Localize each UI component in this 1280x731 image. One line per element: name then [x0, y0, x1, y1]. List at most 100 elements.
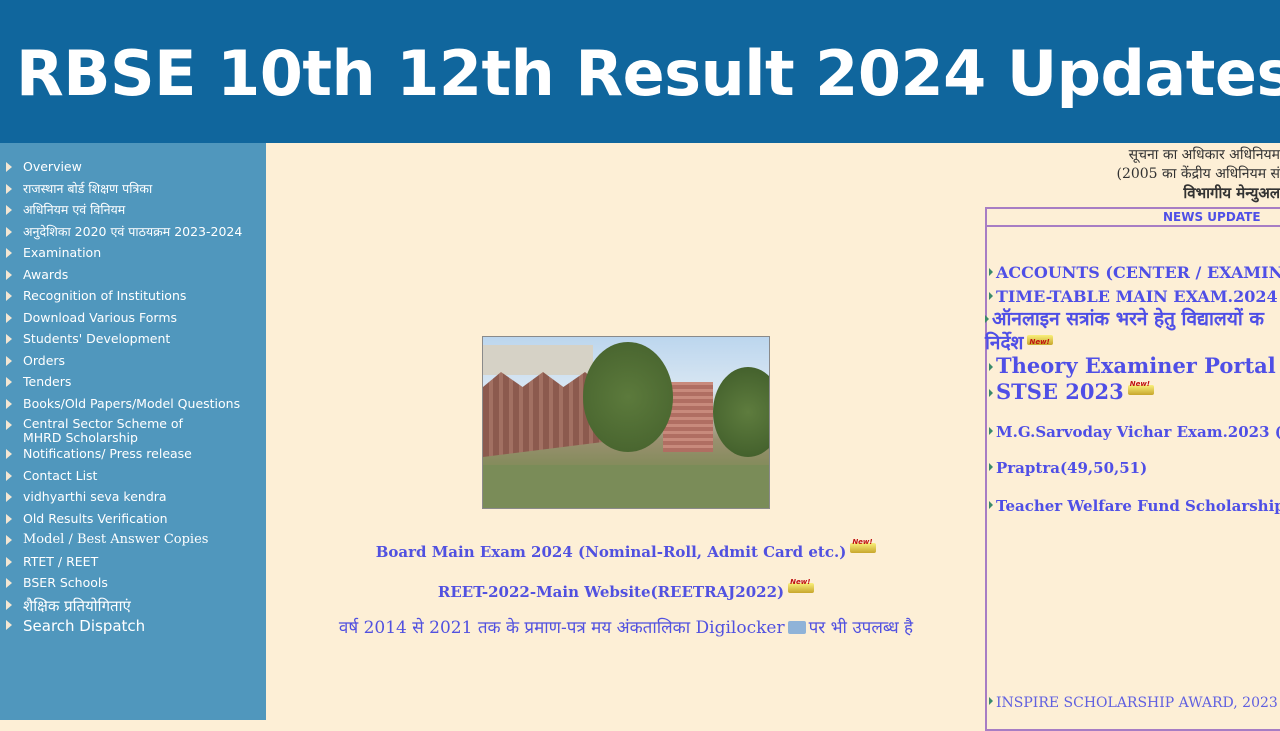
news-item[interactable]: Teacher Welfare Fund Scholarships-2: [989, 497, 1280, 515]
photo-building-top: [483, 345, 593, 375]
triangle-right-icon: [6, 399, 12, 409]
sidebar-item-adhiniyam[interactable]: अधिनियम एवं विनियम: [0, 202, 266, 217]
rti-notice[interactable]: सूचना का अधिकार अधिनियम (2005 का केंद्री…: [1117, 146, 1280, 203]
sidebar-item-label: शैक्षिक प्रतियोगिताएं: [23, 597, 131, 615]
link-label: वर्ष 2014 से 2021 तक के प्रमाण-पत्र मय अ…: [339, 618, 785, 638]
sidebar-item-anudeshika[interactable]: अनुदेशिका 2020 एवं पाठयक्रम 2023-2024: [0, 224, 266, 239]
sidebar-item-label: MHRD Scholarship: [23, 430, 138, 445]
link-label: REET-2022-Main Website(REETRAJ2022): [438, 583, 784, 601]
sidebar-item-pratiyogitayen[interactable]: शैक्षिक प्रतियोगिताएं: [0, 597, 266, 615]
triangle-right-icon: [6, 535, 12, 545]
news-item-label: Teacher Welfare Fund Scholarships-2: [996, 497, 1280, 515]
arrow-right-icon: [989, 427, 993, 435]
sidebar-item-search-dispatch[interactable]: Search Dispatch: [0, 617, 266, 635]
sidebar-item-shikshan-patrika[interactable]: राजस्थान बोर्ड शिक्षण पत्रिका: [0, 181, 266, 196]
triangle-right-icon: [6, 600, 12, 610]
digilocker-link[interactable]: वर्ष 2014 से 2021 तक के प्रमाण-पत्र मय अ…: [306, 615, 946, 638]
center-links: Board Main Exam 2024 (Nominal-Roll, Admi…: [306, 543, 946, 638]
triangle-right-icon: [6, 557, 12, 567]
news-item-label: Theory Examiner Portal Ex: [996, 353, 1280, 378]
news-item[interactable]: Theory Examiner Portal Ex: [989, 353, 1280, 378]
triangle-right-icon: [6, 356, 12, 366]
triangle-right-icon: [6, 420, 12, 430]
sidebar-item-seva-kendra[interactable]: vidhyarthi seva kendra: [0, 489, 266, 504]
news-item[interactable]: M.G.Sarvoday Vichar Exam.2023 (RI: [989, 423, 1280, 441]
sidebar-item-label: अनुदेशिका 2020 एवं पाठयक्रम 2023-2024: [23, 224, 242, 239]
sidebar-item-download-forms[interactable]: Download Various Forms: [0, 310, 266, 325]
news-item-label: M.G.Sarvoday Vichar Exam.2023 (RI: [996, 423, 1280, 441]
sidebar-item-contact-list[interactable]: Contact List: [0, 468, 266, 483]
sidebar-item-rtet-reet[interactable]: RTET / REET: [0, 554, 266, 569]
triangle-right-icon: [6, 620, 12, 630]
board-building-photo: [482, 336, 770, 509]
news-item[interactable]: Praptra(49,50,51): [989, 459, 1147, 477]
arrow-right-icon: [989, 697, 993, 705]
sidebar-item-label: Students' Development: [23, 331, 170, 346]
sidebar-item-results-verification[interactable]: Old Results Verification: [0, 511, 266, 526]
news-item[interactable]: INSPIRE SCHOLARSHIP AWARD, 2023: [989, 693, 1280, 711]
sidebar-item-label: Books/Old Papers/Model Questions: [23, 396, 240, 411]
sidebar-item-label: अधिनियम एवं विनियम: [23, 202, 125, 217]
new-badge-icon: [1027, 335, 1053, 345]
sidebar-item-orders[interactable]: Orders: [0, 353, 266, 368]
news-item-label: ACCOUNTS (CENTER / EXAMINE: [996, 263, 1280, 282]
triangle-right-icon: [6, 205, 12, 215]
arrow-right-icon: [989, 292, 993, 300]
photo-lawn: [483, 465, 769, 508]
arrow-right-icon: [989, 501, 993, 509]
sidebar-item-label: Contact List: [23, 468, 97, 483]
main-content: सूचना का अधिकार अधिनियम (2005 का केंद्री…: [266, 143, 1280, 720]
sidebar-item-label: Search Dispatch: [23, 617, 145, 635]
sidebar-item-mhrd-scholarship[interactable]: Central Sector Scheme ofMHRD Scholarship: [0, 417, 266, 445]
new-badge-icon: [1128, 385, 1154, 395]
news-item[interactable]: STSE 2023: [989, 379, 1154, 404]
sidebar-item-notifications[interactable]: Notifications/ Press release: [0, 446, 266, 461]
new-badge-icon: [850, 543, 876, 553]
triangle-right-icon: [6, 334, 12, 344]
sidebar-item-tenders[interactable]: Tenders: [0, 374, 266, 389]
rti-line-1: सूचना का अधिकार अधिनियम: [1117, 146, 1280, 165]
triangle-right-icon: [6, 449, 12, 459]
sidebar-item-label: vidhyarthi seva kendra: [23, 489, 167, 504]
departmental-manual-link[interactable]: विभागीय मेन्युअल: [1117, 184, 1280, 203]
news-item-label: Praptra(49,50,51): [996, 459, 1147, 477]
photo-tree: [713, 367, 770, 457]
sidebar-item-recognition[interactable]: Recognition of Institutions: [0, 288, 266, 303]
triangle-right-icon: [6, 162, 12, 172]
triangle-right-icon: [6, 578, 12, 588]
sidebar-item-students-development[interactable]: Students' Development: [0, 331, 266, 346]
reet-website-link[interactable]: REET-2022-Main Website(REETRAJ2022): [306, 583, 946, 601]
banner-title: RBSE 10th 12th Result 2024 Updates: [16, 36, 1280, 112]
sidebar-item-label: राजस्थान बोर्ड शिक्षण पत्रिका: [23, 181, 152, 196]
triangle-right-icon: [6, 313, 12, 323]
sidebar-item-bser-schools[interactable]: BSER Schools: [0, 575, 266, 590]
sidebar-item-answer-copies[interactable]: Model / Best Answer Copies: [0, 532, 266, 547]
news-item-label: निर्देश: [985, 332, 1023, 354]
news-item-label: INSPIRE SCHOLARSHIP AWARD, 2023: [996, 695, 1278, 711]
triangle-right-icon: [6, 227, 12, 237]
news-item[interactable]: ACCOUNTS (CENTER / EXAMINE: [989, 263, 1280, 282]
sidebar-item-label: RTET / REET: [23, 554, 98, 569]
sidebar-item-label: Tenders: [23, 374, 71, 389]
new-badge-icon: [788, 583, 814, 593]
arrow-right-icon: [989, 363, 993, 371]
news-item[interactable]: TIME-TABLE MAIN EXAM.2024: [989, 287, 1280, 306]
news-item[interactable]: ऑनलाइन सत्रांक भरने हेतु विद्यालयों कनिर…: [985, 307, 1264, 355]
sidebar-item-label: Orders: [23, 353, 65, 368]
sidebar-item-label: Notifications/ Press release: [23, 446, 192, 461]
sidebar-item-examination[interactable]: Examination: [0, 245, 266, 260]
sidebar-item-label: Awards: [23, 267, 68, 282]
rti-line-2: (2005 का केंद्रीय अधिनियम सं: [1117, 165, 1280, 184]
triangle-right-icon: [6, 248, 12, 258]
sidebar-item-label: Recognition of Institutions: [23, 288, 186, 303]
triangle-right-icon: [6, 514, 12, 524]
news-update-panel: NEWS UPDATE ACCOUNTS (CENTER / EXAMINE T…: [985, 207, 1280, 731]
sidebar-item-books-papers[interactable]: Books/Old Papers/Model Questions: [0, 396, 266, 411]
triangle-right-icon: [6, 471, 12, 481]
news-item-label: ऑनलाइन सत्रांक भरने हेतु विद्यालयों क: [992, 308, 1264, 330]
digilocker-icon: [788, 621, 806, 634]
arrow-right-icon: [989, 268, 993, 276]
sidebar-item-overview[interactable]: Overview: [0, 159, 266, 174]
board-main-exam-link[interactable]: Board Main Exam 2024 (Nominal-Roll, Admi…: [306, 543, 946, 561]
sidebar-item-awards[interactable]: Awards: [0, 267, 266, 282]
